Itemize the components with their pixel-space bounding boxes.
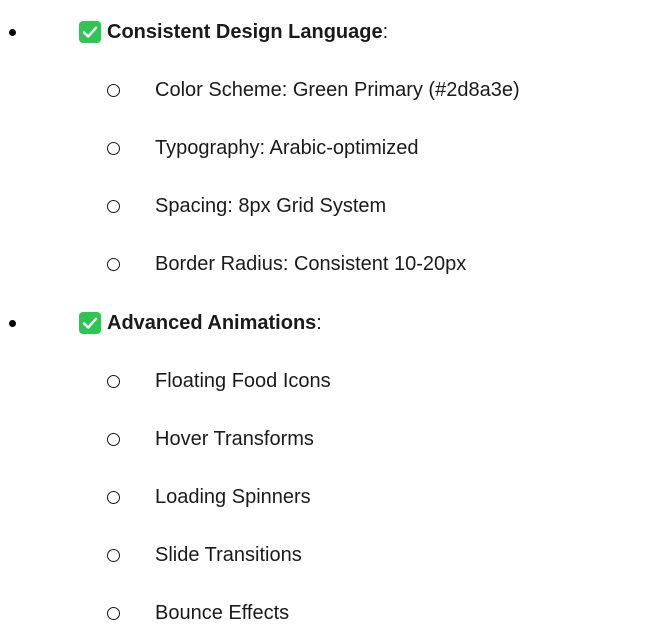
sub-bullet-icon xyxy=(107,490,120,504)
list-item-text: Slide Transitions xyxy=(155,544,302,566)
list-item: Slide Transitions xyxy=(0,537,665,573)
list-item-text: Spacing: 8px Grid System xyxy=(155,195,387,217)
sub-bullet-icon xyxy=(107,141,120,155)
list-item-text: Typography: Arabic-optimized xyxy=(155,137,419,159)
list-item: Hover Transforms xyxy=(0,421,665,457)
section-title: Advanced Animations: xyxy=(107,312,322,334)
bullet-icon xyxy=(9,28,16,36)
list-item: Border Radius: Consistent 10-20px xyxy=(0,246,665,282)
list-item-text: Floating Food Icons xyxy=(155,370,331,392)
list-item: Loading Spinners xyxy=(0,479,665,515)
document-page: Consistent Design Language: Color Scheme… xyxy=(0,0,665,641)
list-item: Floating Food Icons xyxy=(0,363,665,399)
section-heading-row: Advanced Animations: xyxy=(0,305,665,341)
sub-bullet-icon xyxy=(107,548,120,562)
list-item-text: Bounce Effects xyxy=(155,602,290,624)
sub-bullet-icon xyxy=(107,257,120,271)
list-item-text: Border Radius: Consistent 10-20px xyxy=(155,253,467,275)
sub-bullet-icon xyxy=(107,374,120,388)
sub-bullet-icon xyxy=(107,83,120,97)
list-item-text: Hover Transforms xyxy=(155,428,314,450)
list-item: Bounce Effects xyxy=(0,595,665,631)
list-item: Spacing: 8px Grid System xyxy=(0,188,665,224)
sub-bullet-icon xyxy=(107,606,120,620)
list-item-text: Loading Spinners xyxy=(155,486,311,508)
check-mark-button-icon xyxy=(79,312,101,334)
list-item: Typography: Arabic-optimized xyxy=(0,130,665,166)
section-heading-row: Consistent Design Language: xyxy=(0,14,665,50)
section-title: Consistent Design Language: xyxy=(107,21,389,43)
bullet-icon xyxy=(9,319,16,327)
list-item-text: Color Scheme: Green Primary (#2d8a3e) xyxy=(155,79,520,101)
list-item: Color Scheme: Green Primary (#2d8a3e) xyxy=(0,72,665,108)
sub-bullet-icon xyxy=(107,199,120,213)
sub-bullet-icon xyxy=(107,432,120,446)
check-mark-button-icon xyxy=(79,21,101,43)
